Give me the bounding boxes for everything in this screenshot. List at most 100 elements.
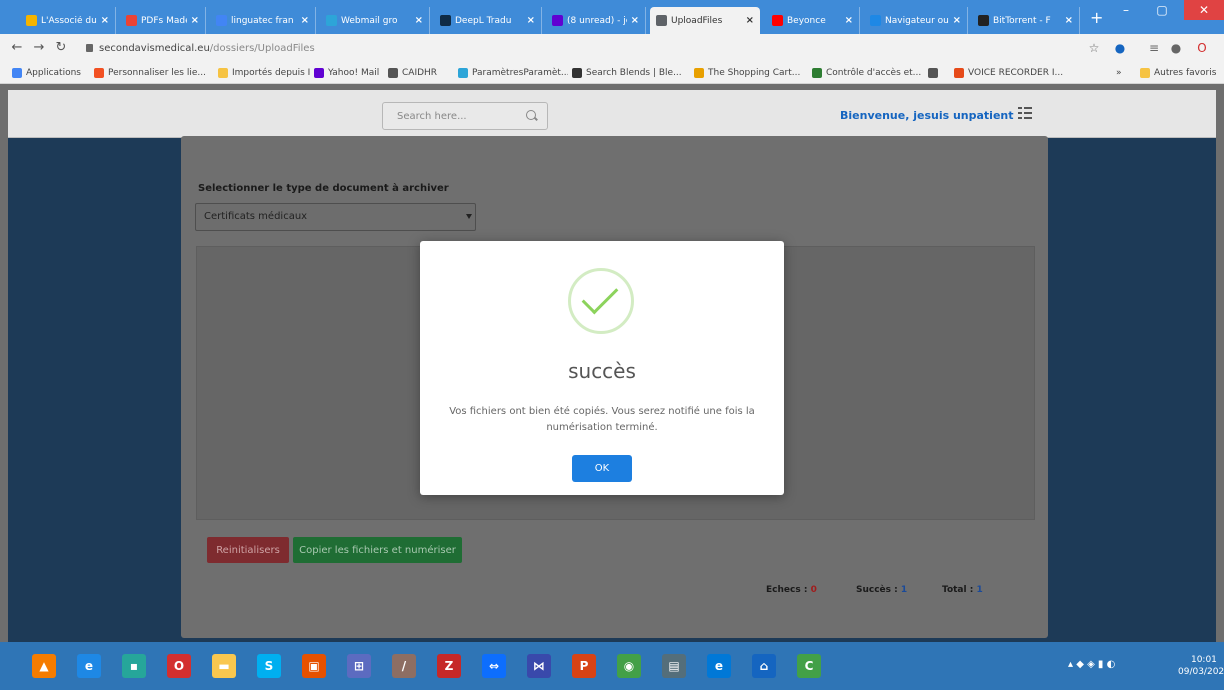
- tab-close-icon[interactable]: ×: [415, 15, 423, 26]
- app-icon[interactable]: C: [797, 654, 821, 678]
- windows-taskbar: ▲ e ▪ O ▬ S ▣ ⊞ / Z ⇔ ⋈ P ◉ ▤ e ⌂ C ▴ ◆ ◈ ▮ ◐ 10:01 09/03…: [0, 642, 1224, 690]
- bookmark-favicon-icon: [218, 68, 228, 78]
- tab-close-icon[interactable]: ×: [1065, 15, 1073, 26]
- fail-count: Echecs : 0: [766, 585, 817, 595]
- minimize-button[interactable]: –: [1108, 0, 1144, 20]
- tab-close-icon[interactable]: ×: [631, 15, 639, 26]
- tab-favicon-icon: [552, 15, 563, 26]
- bookmark-label: Search Blends | Ble...: [586, 68, 682, 78]
- reload-icon[interactable]: ↻: [52, 39, 70, 57]
- extension-icon[interactable]: ≡: [1146, 40, 1162, 56]
- system-clock[interactable]: 10:01 09/03/2020: [1178, 654, 1224, 678]
- bookmark-favicon-icon: [458, 68, 468, 78]
- search-input[interactable]: [382, 102, 548, 130]
- tab-title: Beyonce: [787, 15, 826, 26]
- bookmark-item[interactable]: CAIDHR: [388, 65, 454, 81]
- tab-close-icon[interactable]: ×: [845, 15, 853, 26]
- browser-tab[interactable]: BitTorrent - F ×: [972, 7, 1080, 34]
- folder-icon[interactable]: ▬: [212, 654, 236, 678]
- forward-icon[interactable]: →: [30, 39, 48, 57]
- tab-title: Navigateur ou: [885, 15, 949, 26]
- system-tray-icons[interactable]: ▴ ◆ ◈ ▮ ◐: [1068, 659, 1115, 670]
- reset-button[interactable]: Reinitialisers: [207, 537, 289, 563]
- browser-tab[interactable]: Webmail gro ×: [320, 7, 430, 34]
- tab-close-icon[interactable]: ×: [191, 15, 199, 26]
- bookmark-item[interactable]: Yahoo! Mail: [314, 65, 384, 81]
- bookmark-item[interactable]: Applications: [12, 65, 90, 81]
- bookmark-item[interactable]: [928, 65, 948, 81]
- browser-tab[interactable]: linguatec fran ×: [210, 7, 316, 34]
- bookmark-item[interactable]: Importés depuis IE: [218, 65, 310, 81]
- app-icon[interactable]: ▤: [662, 654, 686, 678]
- opera-icon[interactable]: O: [167, 654, 191, 678]
- bookmark-item[interactable]: ParamètresParamèt...: [458, 65, 568, 81]
- teamviewer-icon[interactable]: ⇔: [482, 654, 506, 678]
- bookmark-item[interactable]: Contrôle d'accès et...: [812, 65, 924, 81]
- back-icon[interactable]: ←: [8, 39, 26, 57]
- bookmark-item[interactable]: Personnaliser les lie...: [94, 65, 212, 81]
- doc-type-select[interactable]: Certificats médicaux: [195, 203, 476, 231]
- tab-favicon-icon: [216, 15, 227, 26]
- url-path: /dossiers/UploadFiles: [209, 43, 315, 54]
- total-count: Total : 1: [942, 585, 983, 595]
- new-tab-button[interactable]: +: [1090, 8, 1103, 28]
- app-icon[interactable]: ▪: [122, 654, 146, 678]
- internet-explorer-icon[interactable]: e: [77, 654, 101, 678]
- lock-icon: [86, 44, 93, 52]
- tab-favicon-icon: [772, 15, 783, 26]
- tab-title: L'Associé du c: [41, 15, 97, 26]
- extension-icon[interactable]: ●: [1168, 40, 1184, 56]
- tab-close-icon[interactable]: ×: [301, 15, 309, 26]
- address-bar[interactable]: secondavismedical.eu/dossiers/UploadFile…: [86, 39, 986, 58]
- menu-icon[interactable]: [1018, 107, 1032, 119]
- chrome-icon[interactable]: ◉: [617, 654, 641, 678]
- opera-extension-icon[interactable]: O: [1194, 40, 1210, 56]
- edge-icon[interactable]: e: [707, 654, 731, 678]
- success-count: Succès : 1: [856, 585, 908, 595]
- tab-close-icon[interactable]: ×: [101, 15, 109, 26]
- tab-close-icon[interactable]: ×: [527, 15, 535, 26]
- bookmark-favicon-icon: [694, 68, 704, 78]
- bookmark-favicon-icon: [928, 68, 938, 78]
- vlc-icon[interactable]: ▲: [32, 654, 56, 678]
- network-icon[interactable]: ⊞: [347, 654, 371, 678]
- browser-tab[interactable]: (8 unread) - je ×: [546, 7, 646, 34]
- browser-tab[interactable]: L'Associé du c ×: [20, 7, 116, 34]
- tab-title: DeepL Tradu: [455, 15, 512, 26]
- star-icon[interactable]: ☆: [1086, 40, 1102, 56]
- browser-tab[interactable]: DeepL Tradu ×: [434, 7, 542, 34]
- tab-close-icon[interactable]: ×: [746, 15, 754, 26]
- browser-tab[interactable]: Beyonce ×: [766, 7, 860, 34]
- browser-tab[interactable]: UploadFiles ×: [650, 7, 760, 34]
- bookmark-item[interactable]: The Shopping Cart...: [694, 65, 808, 81]
- extension-icon[interactable]: ●: [1112, 40, 1128, 56]
- skype-icon[interactable]: S: [257, 654, 281, 678]
- maximize-button[interactable]: ▢: [1144, 0, 1180, 20]
- bookmark-item[interactable]: VOICE RECORDER I...: [954, 65, 1104, 81]
- tab-favicon-icon: [26, 15, 37, 26]
- bookmarks-bar: Applications Personnaliser les lie... Impo…: [0, 62, 1224, 84]
- browser-tab[interactable]: PDFs Made S ×: [120, 7, 206, 34]
- bookmarks-more-button[interactable]: »: [1116, 65, 1122, 81]
- tab-favicon-icon: [326, 15, 337, 26]
- top-navbar: Bienvenue, jesuis unpatient: [8, 90, 1216, 138]
- brush-icon[interactable]: /: [392, 654, 416, 678]
- folder-icon: [1140, 68, 1150, 78]
- app-icon[interactable]: ⌂: [752, 654, 776, 678]
- bookmark-label: Importés depuis IE: [232, 68, 310, 78]
- visual-studio-icon[interactable]: ⋈: [527, 654, 551, 678]
- app-icon[interactable]: P: [572, 654, 596, 678]
- tab-close-icon[interactable]: ×: [953, 15, 961, 26]
- other-bookmarks-folder[interactable]: Autres favoris: [1140, 65, 1216, 81]
- app-icon[interactable]: ▣: [302, 654, 326, 678]
- close-window-button[interactable]: ✕: [1184, 0, 1224, 20]
- bookmark-label: Personnaliser les lie...: [108, 68, 206, 78]
- copy-and-scan-button[interactable]: Copier les fichiers et numériser: [293, 537, 462, 563]
- fail-count-value: 0: [810, 585, 817, 595]
- tab-favicon-icon: [440, 15, 451, 26]
- bookmark-item[interactable]: Search Blends | Ble...: [572, 65, 690, 81]
- ok-button[interactable]: OK: [572, 455, 632, 482]
- search-icon[interactable]: [526, 110, 536, 120]
- browser-tab[interactable]: Navigateur ou ×: [864, 7, 968, 34]
- filezilla-icon[interactable]: Z: [437, 654, 461, 678]
